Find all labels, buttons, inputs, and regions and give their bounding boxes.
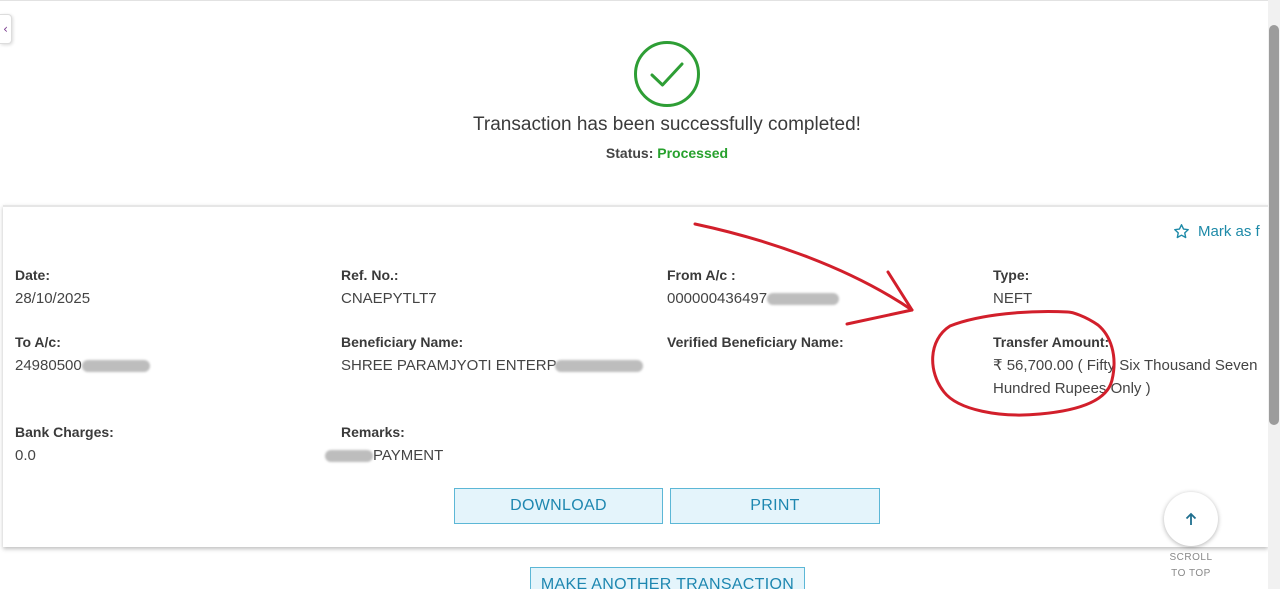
bank-charges-value: 0.0 xyxy=(15,447,36,464)
redaction-mark xyxy=(81,360,150,373)
print-button[interactable]: PRINT xyxy=(670,488,880,524)
beneficiary-row: SHREE PARAMJYOTI ENTERP xyxy=(341,357,643,374)
remarks-field: Remarks: PAYMENT xyxy=(325,424,443,464)
favorite-label: Mark as f xyxy=(1198,222,1260,240)
star-outline-icon xyxy=(1174,223,1189,238)
verified-beneficiary-field: Verified Beneficiary Name: xyxy=(667,334,844,357)
download-button[interactable]: DOWNLOAD xyxy=(454,488,663,524)
remarks-label: Remarks: xyxy=(341,424,405,440)
arrow-up-icon xyxy=(1185,512,1197,525)
transaction-status: Status: Processed xyxy=(0,145,1280,161)
scroll-to-top-button[interactable] xyxy=(1164,492,1218,546)
redaction-mark xyxy=(325,450,373,463)
beneficiary-value: SHREE PARAMJYOTI ENTERP xyxy=(341,357,557,374)
beneficiary-label: Beneficiary Name: xyxy=(341,334,464,350)
date-value: 28/10/2025 xyxy=(15,290,91,307)
success-message: Transaction has been successfully comple… xyxy=(473,114,861,135)
scrollbar-thumb[interactable] xyxy=(1269,25,1279,425)
check-circle-icon xyxy=(634,41,700,107)
beneficiary-field: Beneficiary Name: SHREE PARAMJYOTI ENTER… xyxy=(341,334,643,374)
from-account-row: 000000436497 xyxy=(667,290,840,307)
transfer-amount-field: Transfer Amount: ₹ 56,700.00 ( Fifty Six… xyxy=(993,334,1265,400)
bank-charges-field: Bank Charges: 0.0 xyxy=(15,424,114,464)
type-value: NEFT xyxy=(993,290,1033,307)
date-field: Date: 28/10/2025 xyxy=(15,267,90,307)
to-account-row: 24980500 xyxy=(15,357,150,374)
ref-no-field: Ref. No.: CNAEPYTLT7 xyxy=(341,267,437,307)
from-account-value: 000000436497 xyxy=(667,290,768,307)
verified-beneficiary-label: Verified Beneficiary Name: xyxy=(667,334,844,350)
to-account-value: 24980500 xyxy=(15,357,82,374)
remarks-value: PAYMENT xyxy=(373,447,444,464)
remarks-row: PAYMENT xyxy=(325,447,443,464)
success-banner: Transaction has been successfully comple… xyxy=(0,0,1268,205)
ref-no-value: CNAEPYTLT7 xyxy=(341,290,437,307)
scroll-to-top-line1: SCROLL xyxy=(1169,552,1213,563)
from-account-field: From A/c : 000000436497 xyxy=(667,267,840,307)
to-account-label: To A/c: xyxy=(15,334,61,350)
redaction-mark xyxy=(554,360,643,373)
transfer-amount-value: ₹ 56,700.00 ( Fifty Six Thousand Seven H… xyxy=(993,357,1258,397)
type-field: Type: NEFT xyxy=(993,267,1032,307)
transfer-amount-label: Transfer Amount: xyxy=(993,334,1110,350)
make-another-transaction-button[interactable]: MAKE ANOTHER TRANSACTION xyxy=(530,567,805,589)
from-account-label: From A/c : xyxy=(667,267,736,283)
bank-charges-label: Bank Charges: xyxy=(15,424,114,440)
scroll-to-top-label: SCROLL TO TOP xyxy=(1158,550,1224,582)
scroll-to-top-line2: TO TOP xyxy=(1171,568,1211,579)
status-label: Status: xyxy=(605,145,654,161)
type-label: Type: xyxy=(993,267,1030,283)
mark-as-favorite-link[interactable]: Mark as f xyxy=(1173,221,1268,241)
date-label: Date: xyxy=(15,267,51,283)
ref-no-label: Ref. No.: xyxy=(341,267,399,283)
transaction-details-card: Mark as f Date: 28/10/2025 Ref. No.: CNA… xyxy=(3,205,1268,547)
to-account-field: To A/c: 24980500 xyxy=(15,334,150,374)
redaction-mark xyxy=(767,293,840,306)
status-value: Processed xyxy=(657,145,729,161)
